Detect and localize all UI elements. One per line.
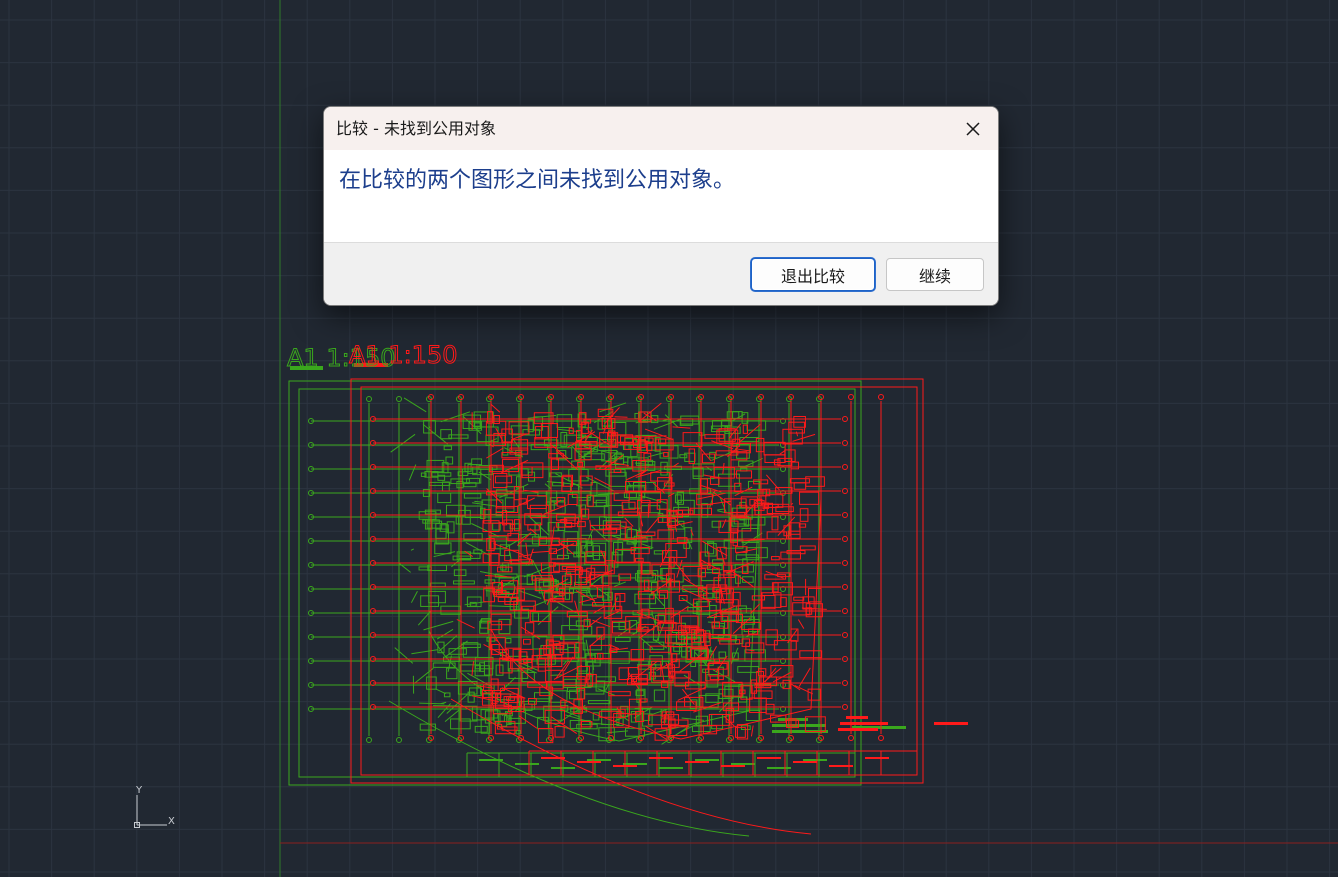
exit-compare-button[interactable]: 退出比较 bbox=[751, 258, 875, 291]
drawing-a-green bbox=[288, 366, 906, 837]
dialog-titlebar[interactable]: 比较 - 未找到公用对象 bbox=[324, 107, 998, 150]
ucs-x-label: X bbox=[168, 816, 175, 827]
ucs-y-label: Y bbox=[136, 785, 143, 796]
ucs-icon: Y X bbox=[130, 784, 182, 832]
close-icon bbox=[966, 121, 980, 136]
dialog-close-button[interactable] bbox=[948, 107, 998, 150]
compare-dialog: 比较 - 未找到公用对象 在比较的两个图形之间未找到公用对象。 退出比较 继续 bbox=[323, 106, 999, 306]
scale-label-red: A1 1:150 bbox=[349, 341, 457, 369]
continue-button[interactable]: 继续 bbox=[886, 258, 984, 291]
dialog-title: 比较 - 未找到公用对象 bbox=[336, 119, 496, 138]
dialog-message: 在比较的两个图形之间未找到公用对象。 bbox=[339, 168, 736, 193]
dialog-footer: 退出比较 继续 bbox=[324, 242, 998, 305]
